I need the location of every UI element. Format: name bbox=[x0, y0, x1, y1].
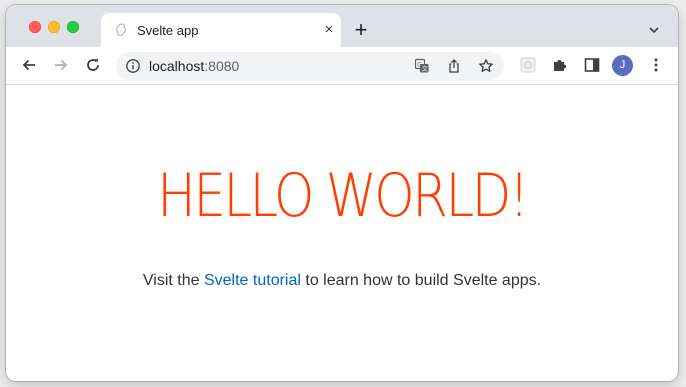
info-icon[interactable] bbox=[125, 58, 141, 74]
back-arrow-icon[interactable] bbox=[20, 56, 38, 74]
bookmark-star-icon[interactable] bbox=[478, 58, 494, 74]
window-close-button[interactable] bbox=[29, 21, 41, 33]
tab-svelte-app[interactable]: Svelte app × bbox=[101, 13, 341, 47]
svg-text:文: 文 bbox=[422, 65, 428, 73]
url-text[interactable]: localhost:8080 bbox=[149, 58, 239, 74]
page-heading: HELLO WORLD! bbox=[157, 161, 529, 231]
address-bar[interactable]: localhost:8080 G文 bbox=[116, 52, 504, 80]
translate-icon[interactable]: G文 bbox=[414, 58, 430, 74]
page-content: HELLO WORLD! Visit the Svelte tutorial t… bbox=[6, 85, 678, 381]
intro-text-after: to learn how to build Svelte apps. bbox=[300, 272, 542, 289]
tab-strip: Svelte app × + bbox=[6, 5, 678, 47]
extension-icon[interactable] bbox=[519, 56, 537, 74]
share-icon[interactable] bbox=[446, 58, 462, 74]
browser-window: Svelte app × + localhost:8080 G文 J HELLO… bbox=[6, 5, 678, 381]
svelte-logo-icon bbox=[114, 23, 128, 37]
chevron-down-icon[interactable] bbox=[647, 23, 661, 37]
profile-avatar[interactable]: J bbox=[612, 55, 633, 76]
window-minimize-button[interactable] bbox=[48, 21, 60, 33]
new-tab-button[interactable]: + bbox=[351, 19, 371, 41]
tab-title: Svelte app bbox=[137, 23, 199, 38]
kebab-menu-icon[interactable] bbox=[647, 56, 665, 74]
svelte-tutorial-link[interactable]: Svelte tutorial bbox=[204, 272, 301, 289]
side-panel-icon[interactable] bbox=[583, 56, 601, 74]
reload-icon[interactable] bbox=[84, 56, 102, 74]
url-host: localhost bbox=[149, 58, 205, 74]
intro-text-before: Visit the bbox=[142, 272, 204, 289]
window-maximize-button[interactable] bbox=[67, 21, 79, 33]
puzzle-extensions-icon[interactable] bbox=[551, 56, 569, 74]
url-port: :8080 bbox=[204, 58, 240, 74]
tab-close-button[interactable]: × bbox=[321, 22, 337, 38]
toolbar: localhost:8080 G文 J bbox=[6, 47, 678, 85]
forward-arrow-icon[interactable] bbox=[52, 56, 70, 74]
intro-paragraph: Visit the Svelte tutorial to learn how t… bbox=[6, 272, 678, 290]
